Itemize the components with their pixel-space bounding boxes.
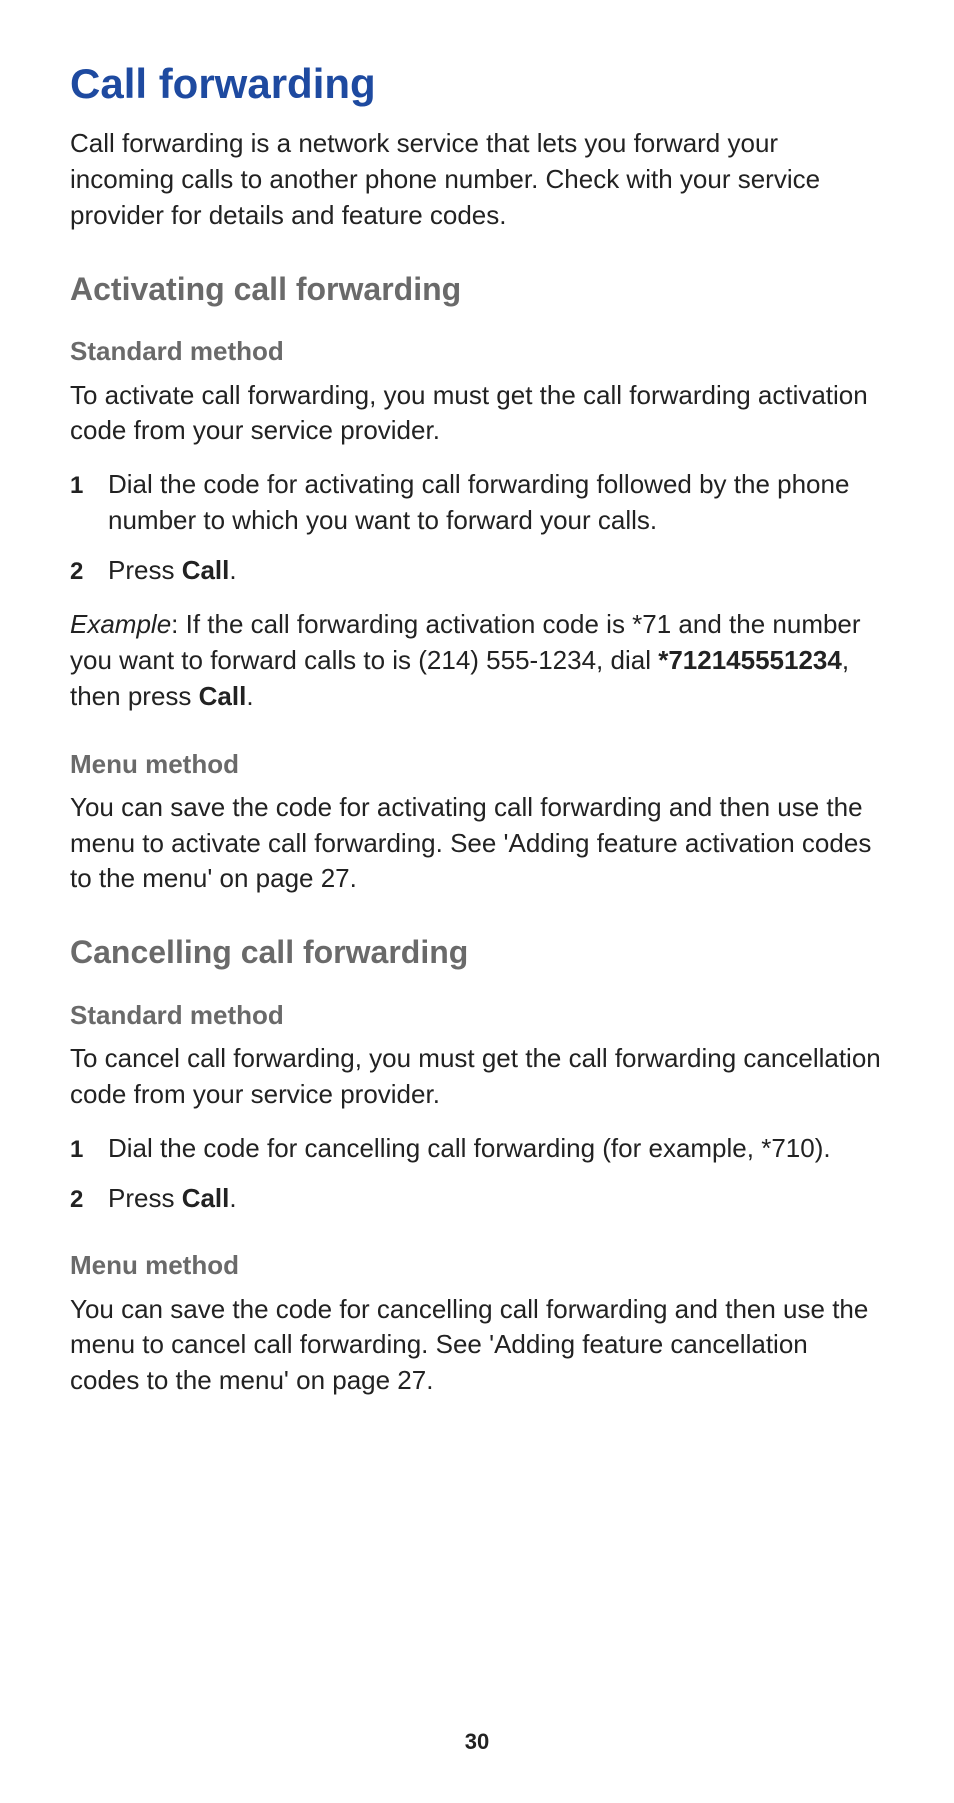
list-item: 2 Press Call.	[70, 1181, 884, 1217]
example-label: Example	[70, 609, 171, 639]
step-text: Press Call.	[108, 1181, 237, 1217]
list-item: 1 Dial the code for activating call forw…	[70, 467, 884, 539]
method-heading-cancelling-standard: Standard method	[70, 1000, 884, 1031]
step-text-prefix: Press	[108, 1183, 182, 1213]
method-heading-cancelling-menu: Menu method	[70, 1250, 884, 1281]
section-heading-activating: Activating call forwarding	[70, 270, 884, 308]
step-text-suffix: .	[229, 555, 236, 585]
step-text: Dial the code for activating call forwar…	[108, 467, 884, 539]
step-text-suffix: .	[229, 1183, 236, 1213]
section-heading-cancelling: Cancelling call forwarding	[70, 933, 884, 971]
method-heading-activating-standard: Standard method	[70, 336, 884, 367]
example-code: *712145551234	[658, 645, 842, 675]
list-item: 2 Press Call.	[70, 553, 884, 589]
step-number: 1	[70, 472, 108, 500]
example-call: Call	[199, 681, 247, 711]
activating-menu-body: You can save the code for activating cal…	[70, 790, 884, 898]
step-text: Dial the code for cancelling call forwar…	[108, 1131, 831, 1167]
example-after: .	[246, 681, 253, 711]
step-text: Press Call.	[108, 553, 237, 589]
step-text-prefix: Press	[108, 555, 182, 585]
cancelling-standard-body: To cancel call forwarding, you must get …	[70, 1041, 884, 1113]
manual-page: Call forwarding Call forwarding is a net…	[0, 0, 954, 1803]
page-number: 30	[0, 1729, 954, 1755]
cancelling-standard-steps: 1 Dial the code for cancelling call forw…	[70, 1131, 884, 1217]
step-bold-call: Call	[182, 1183, 230, 1213]
activating-example: Example: If the call forwarding activati…	[70, 607, 884, 715]
activating-standard-steps: 1 Dial the code for activating call forw…	[70, 467, 884, 589]
intro-paragraph: Call forwarding is a network service tha…	[70, 126, 884, 234]
step-number: 2	[70, 558, 108, 586]
page-title: Call forwarding	[70, 60, 884, 108]
step-number: 1	[70, 1136, 108, 1164]
step-bold-call: Call	[182, 555, 230, 585]
activating-standard-body: To activate call forwarding, you must ge…	[70, 378, 884, 450]
step-number: 2	[70, 1186, 108, 1214]
cancelling-menu-body: You can save the code for cancelling cal…	[70, 1292, 884, 1400]
method-heading-activating-menu: Menu method	[70, 749, 884, 780]
list-item: 1 Dial the code for cancelling call forw…	[70, 1131, 884, 1167]
